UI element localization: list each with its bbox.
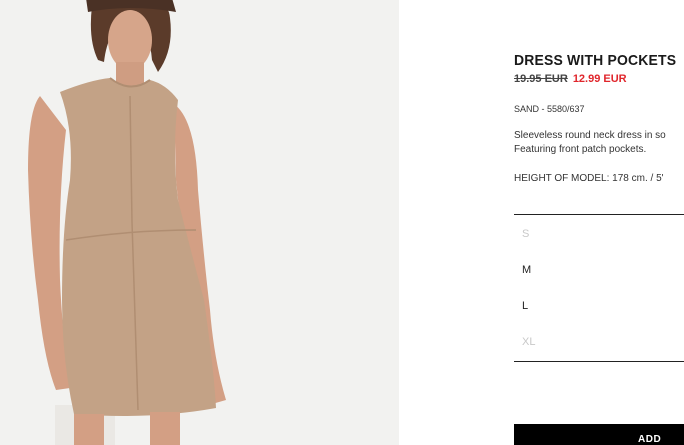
size-option-s[interactable]: S: [514, 215, 684, 251]
size-selector: S M L XL: [514, 215, 684, 359]
size-label: S: [522, 228, 530, 240]
size-option-xl[interactable]: XL: [514, 323, 684, 359]
size-option-m[interactable]: M: [514, 251, 684, 287]
sale-price: 12.99 EUR: [572, 73, 627, 85]
product-reference: SAND - 5580/637: [514, 104, 585, 114]
divider: [514, 361, 684, 362]
original-price: 19.95 EUR: [514, 73, 568, 85]
product-title: DRESS WITH POCKETS: [514, 52, 677, 69]
product-photo-graphic: [0, 0, 399, 445]
add-to-bag-button[interactable]: ADD: [514, 424, 684, 445]
product-description: Sleeveless round neck dress in so Featur…: [514, 129, 666, 157]
size-label: M: [522, 264, 532, 276]
product-info-panel: DRESS WITH POCKETS 19.95 EUR 12.99 EUR SA…: [514, 0, 684, 445]
size-option-l[interactable]: L: [514, 287, 684, 323]
price-block: 19.95 EUR 12.99 EUR: [514, 73, 627, 85]
model-height: HEIGHT OF MODEL: 178 cm. / 5': [514, 173, 664, 184]
size-label: XL: [522, 336, 536, 348]
description-line: Sleeveless round neck dress in so: [514, 130, 666, 141]
product-photo[interactable]: [0, 0, 399, 445]
add-button-label: ADD: [638, 434, 662, 445]
size-label: L: [522, 300, 529, 312]
description-line: Featuring front patch pockets.: [514, 144, 647, 155]
